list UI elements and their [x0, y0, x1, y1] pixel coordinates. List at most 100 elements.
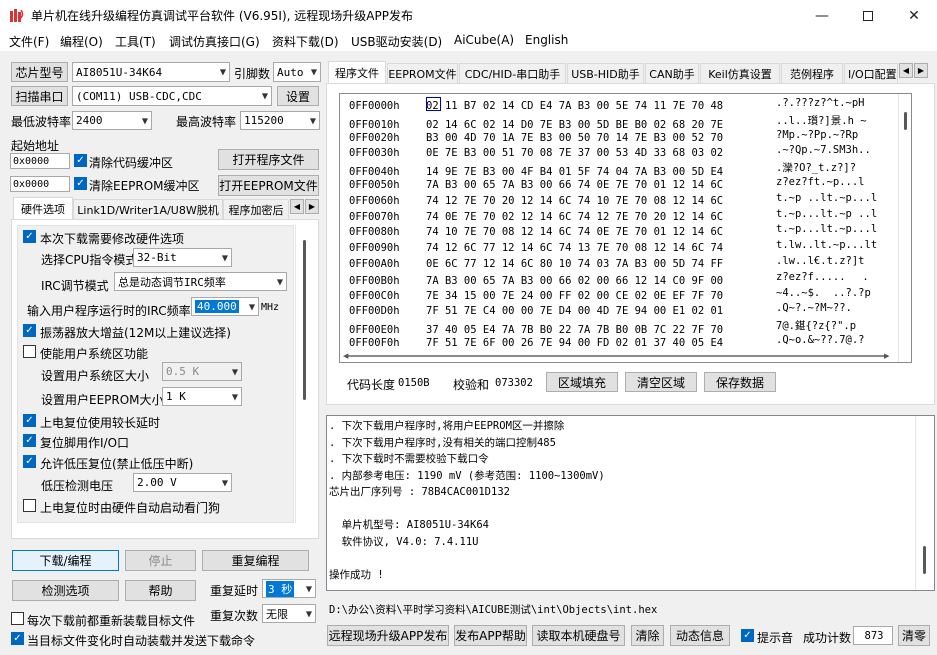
- min-baud-select[interactable]: 2400 ▼: [72, 111, 152, 130]
- irc-mode-select[interactable]: 总是动态调节IRC频率 ▼: [114, 272, 287, 291]
- log-scrollbar[interactable]: [915, 416, 933, 590]
- hex-row[interactable]: 0FF0030h 0E 7E B3 00 51 70 08 7E 37 00 53…: [349, 144, 896, 161]
- chip-model-button[interactable]: 芯片型号: [11, 62, 68, 82]
- tab-keil-sim[interactable]: Keil仿真设置: [700, 63, 780, 83]
- open-eeprom-file-button[interactable]: 打开EEPROM文件: [218, 175, 319, 196]
- hex-vscrollbar-thumb[interactable]: [904, 112, 907, 130]
- hex-row[interactable]: 0FF0070h 74 0E 7E 70 02 12 14 6C 74 12 7E…: [349, 208, 896, 225]
- hex-row[interactable]: 0FF00D0h 7F 51 7E C4 00 00 7E D4 00 4D 7E…: [349, 302, 896, 319]
- detect-options-button[interactable]: 检测选项: [12, 580, 119, 601]
- scroll-left-icon[interactable]: ◀: [343, 352, 348, 360]
- clear-log-button[interactable]: 清除: [631, 625, 664, 646]
- publish-app-button[interactable]: 远程现场升级APP发布: [327, 625, 449, 646]
- port-select[interactable]: (COM11) USB-CDC,CDC ▼: [72, 86, 272, 106]
- read-disk-id-button[interactable]: 读取本机硬盘号: [532, 625, 625, 646]
- tab-can[interactable]: CAN助手: [645, 63, 699, 83]
- right-tab-scroll-right-button[interactable]: ▶: [914, 63, 928, 78]
- tab-io-config[interactable]: I/O口配置: [844, 63, 898, 83]
- log-scrollbar-thumb[interactable]: [923, 546, 926, 574]
- maximize-button[interactable]: [845, 0, 891, 31]
- tab-scroll-right-button[interactable]: ▶: [305, 199, 319, 214]
- hex-row[interactable]: 0FF0010h 02 14 6C 02 14 D0 7E B3 00 5D BE…: [349, 113, 896, 131]
- hex-row[interactable]: 0FF0020h B3 00 4D 70 1A 7E B3 00 50 70 14…: [349, 129, 896, 146]
- scroll-right-icon[interactable]: ▶: [884, 352, 889, 360]
- publish-help-button[interactable]: 发布APP帮助: [454, 625, 527, 646]
- system-area-size-select[interactable]: 0.5 K ▼: [162, 362, 242, 381]
- clear-eeprom-checkbox[interactable]: ✓: [74, 177, 87, 190]
- tab-scroll-left-button[interactable]: ◀: [290, 199, 304, 214]
- port-settings-button[interactable]: 设置: [277, 86, 319, 106]
- tab-program-file[interactable]: 程序文件: [328, 61, 386, 83]
- pin-count-select[interactable]: Auto ▼: [273, 62, 321, 82]
- tab-examples[interactable]: 范例程序: [781, 63, 843, 83]
- lvd-voltage-select[interactable]: 2.00 V ▼: [133, 473, 232, 492]
- hex-row[interactable]: 0FF0040h 14 9E 7E B3 00 4F B4 01 5F 74 04…: [349, 160, 896, 178]
- menu-tools[interactable]: 工具(T): [115, 33, 156, 50]
- tab-link1d-offline[interactable]: Link1D/Writer1A/U8W脱机: [73, 199, 223, 219]
- hex-row[interactable]: 0FF00A0h 0E 6C 77 12 14 6C 80 10 74 03 7A…: [349, 255, 896, 272]
- menu-usb-driver[interactable]: USB驱动安装(D): [351, 33, 442, 50]
- help-button[interactable]: 帮助: [125, 580, 196, 601]
- hex-row[interactable]: 0FF0000h 02 11 B7 02 14 CD E4 7A B3 00 5E…: [349, 97, 896, 114]
- cpu-mode-select[interactable]: 32-Bit ▼: [133, 248, 232, 267]
- menu-program[interactable]: 编程(O): [60, 33, 103, 50]
- open-program-file-button[interactable]: 打开程序文件: [218, 149, 319, 170]
- repeat-count-select[interactable]: 无限 ▼: [262, 604, 316, 623]
- hex-row[interactable]: 0FF0090h 74 12 6C 77 12 14 6C 74 13 7E 70…: [349, 239, 896, 256]
- hex-viewer[interactable]: 0FF0000h 02 11 B7 02 14 CD E4 7A B3 00 5E…: [339, 93, 912, 363]
- scan-port-button[interactable]: 扫描串口: [11, 86, 68, 106]
- reset-io-checkbox[interactable]: ✓: [23, 434, 36, 447]
- watchdog-checkbox[interactable]: [23, 499, 36, 512]
- output-log[interactable]: . 下次下载用户程序时,将用户EEPROM区一并擦除 . 下次下载用户程序时,没有…: [326, 415, 935, 591]
- beep-checkbox[interactable]: ✓: [741, 629, 754, 642]
- code-start-address-input[interactable]: 0x0000: [10, 153, 70, 169]
- eeprom-start-address-input[interactable]: 0x0000: [10, 176, 70, 192]
- osc-gain-checkbox[interactable]: ✓: [23, 324, 36, 337]
- hex-row[interactable]: 0FF0080h 74 10 7E 70 08 12 14 6C 74 0E 7E…: [349, 223, 896, 240]
- reset-count-button[interactable]: 清零: [898, 625, 930, 646]
- options-scrollbar[interactable]: [295, 225, 312, 523]
- options-scrollbar-thumb[interactable]: [303, 240, 306, 400]
- tab-usb-hid[interactable]: USB-HID助手: [567, 63, 644, 83]
- hex-row[interactable]: 0FF00E0h 37 40 05 E4 7A 7B B0 22 7A 7B B0…: [349, 318, 896, 336]
- right-tab-scroll-left-button[interactable]: ◀: [899, 63, 913, 78]
- menu-english[interactable]: English: [525, 33, 568, 47]
- menu-debug[interactable]: 调试仿真接口(G): [169, 33, 260, 50]
- fill-area-button[interactable]: 区域填充: [546, 372, 618, 392]
- save-data-button[interactable]: 保存数据: [704, 372, 776, 392]
- max-baud-select[interactable]: 115200 ▼: [240, 111, 320, 130]
- eeprom-size-select[interactable]: 1 K ▼: [162, 387, 242, 406]
- tab-cdc-hid-serial[interactable]: CDC/HID-串口助手: [459, 63, 566, 83]
- hex-row[interactable]: 0FF00F0h 7F 51 7E 6F 00 26 7E 94 00 FD 02…: [349, 334, 896, 351]
- hex-row[interactable]: 0FF0060h 74 12 7E 70 20 12 14 6C 74 10 7E…: [349, 192, 896, 209]
- tab-program-encrypt[interactable]: 程序加密后: [223, 199, 289, 219]
- menu-aicube[interactable]: AiCube(A): [454, 33, 514, 47]
- tab-hardware-options[interactable]: 硬件选项: [13, 197, 73, 219]
- irc-freq-input[interactable]: 40.000 ▼: [191, 297, 259, 316]
- clear-area-button[interactable]: 清空区域: [625, 372, 697, 392]
- menu-download[interactable]: 资料下载(D): [272, 33, 339, 50]
- tab-eeprom-file[interactable]: EEPROM文件: [387, 63, 458, 83]
- modify-hw-checkbox[interactable]: ✓: [23, 230, 36, 243]
- menu-file[interactable]: 文件(F): [9, 33, 49, 50]
- reload-before-download-checkbox[interactable]: [11, 612, 24, 625]
- allow-lvr-checkbox[interactable]: ✓: [23, 455, 36, 468]
- hex-row[interactable]: 0FF0050h 7A B3 00 65 7A B3 00 66 74 0E 7E…: [349, 176, 896, 193]
- hex-hscrollbar[interactable]: [340, 350, 895, 362]
- chip-model-select[interactable]: AI8051U-34K64 ▼: [72, 62, 230, 82]
- close-button[interactable]: ✕: [891, 0, 937, 31]
- long-delay-checkbox[interactable]: ✓: [23, 414, 36, 427]
- clear-code-checkbox[interactable]: ✓: [74, 154, 87, 167]
- repeat-delay-select[interactable]: 3 秒 ▼: [262, 579, 316, 598]
- hex-row[interactable]: 0FF00C0h 7E 34 15 00 7E 24 00 FF 02 00 CE…: [349, 287, 896, 304]
- hex-row[interactable]: 0FF00B0h 7A B3 00 65 7A B3 00 66 02 00 66…: [349, 271, 896, 288]
- minimize-button[interactable]: —: [799, 0, 845, 31]
- download-program-button[interactable]: 下载/编程: [12, 550, 119, 571]
- auto-send-checkbox[interactable]: ✓: [11, 632, 24, 645]
- hex-hscrollbar-thumb[interactable]: [348, 355, 888, 357]
- repeat-program-button[interactable]: 重复编程: [202, 550, 309, 571]
- stop-button[interactable]: 停止: [125, 550, 196, 571]
- dynamic-info-button[interactable]: 动态信息: [670, 625, 730, 646]
- use-system-area-checkbox[interactable]: [23, 345, 36, 358]
- hex-vscrollbar[interactable]: [898, 94, 911, 362]
